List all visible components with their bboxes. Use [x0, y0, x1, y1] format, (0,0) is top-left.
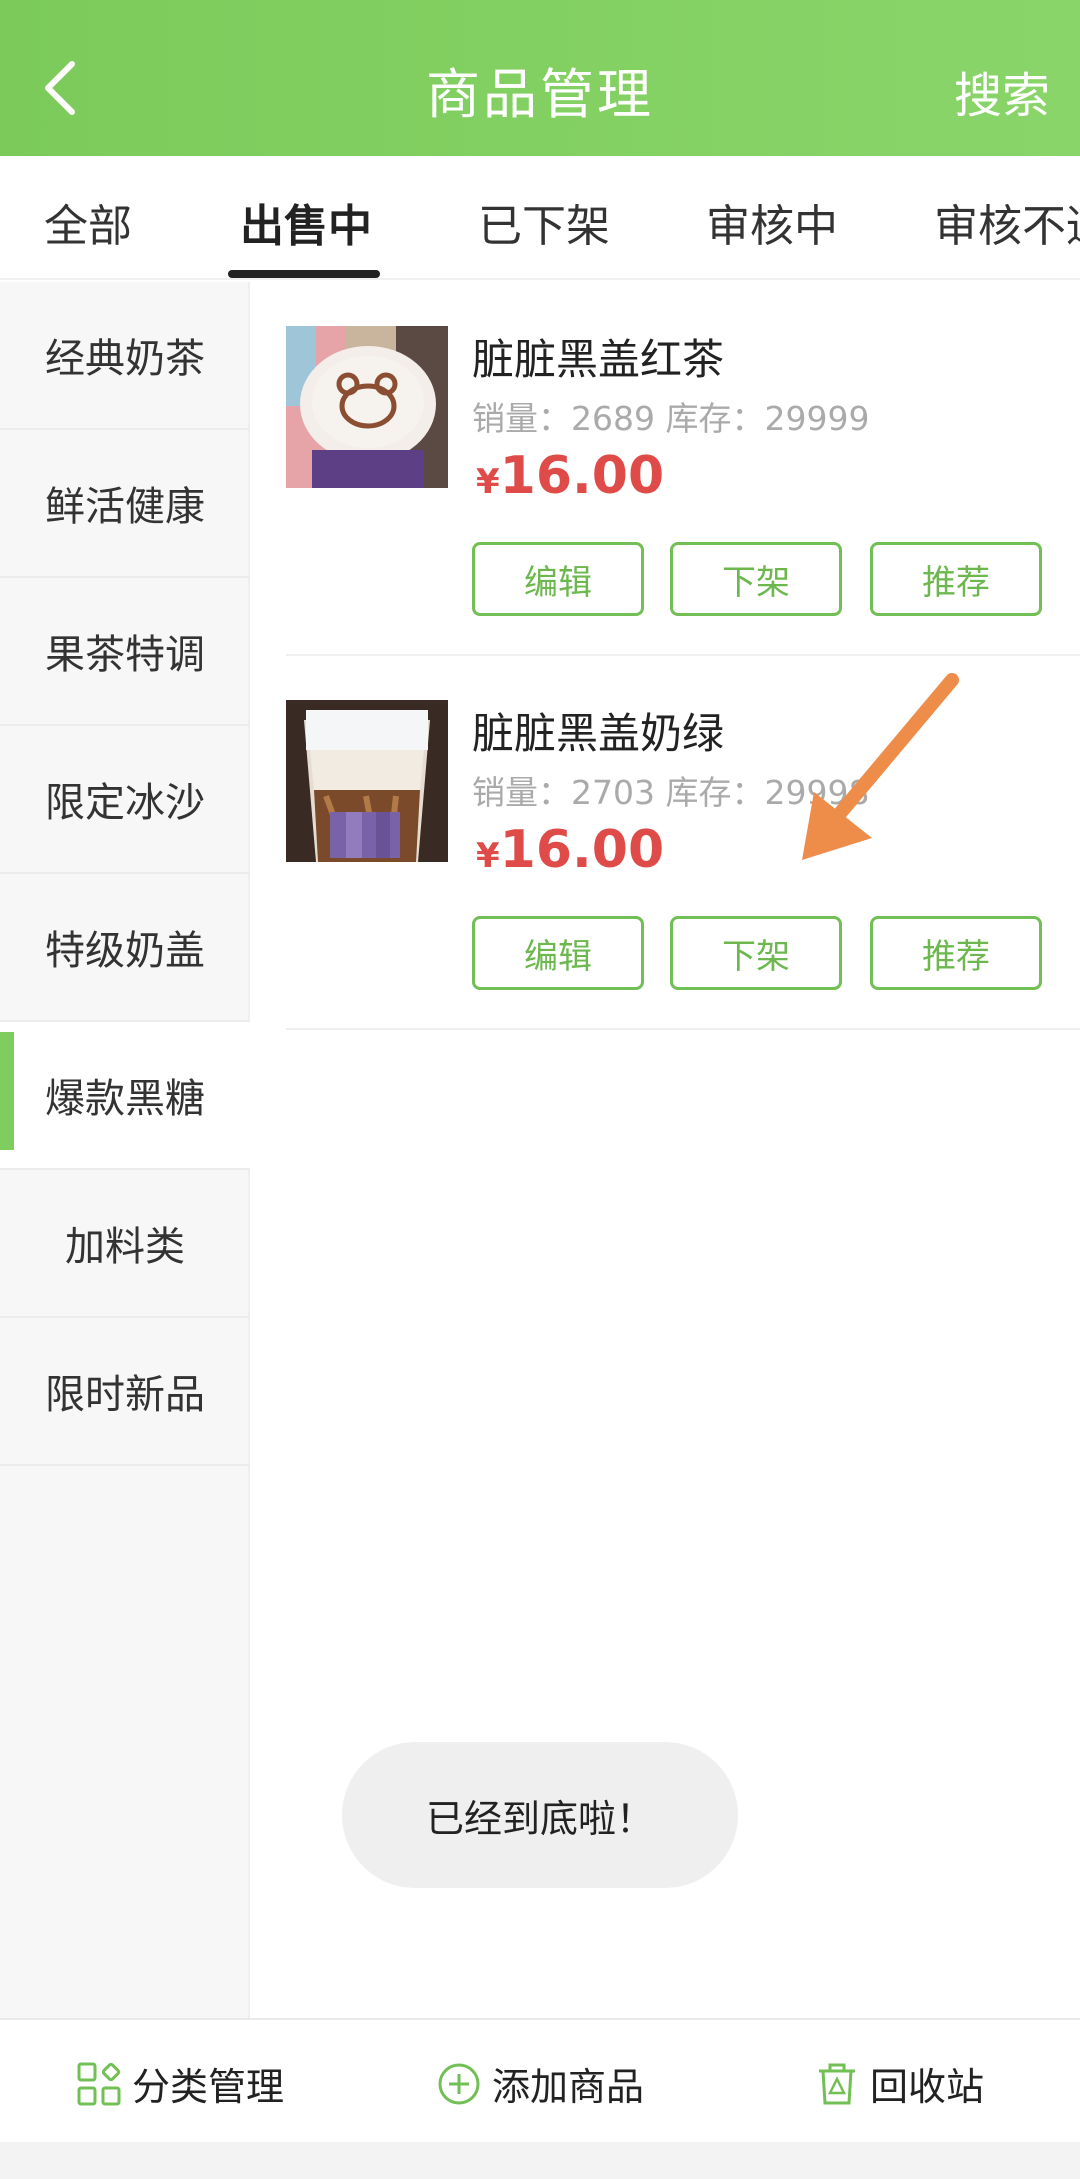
- recommend-button[interactable]: 推荐: [870, 542, 1042, 616]
- annotation-arrow-icon: [802, 673, 959, 860]
- product-name: 脏脏黑盖红茶: [472, 335, 725, 384]
- add-product-button[interactable]: 添加商品: [436, 2056, 644, 2111]
- product-image: [286, 326, 448, 488]
- currency-symbol: ¥: [476, 836, 500, 876]
- tab-reviewing[interactable]: 审核中: [706, 190, 838, 254]
- tab-review-failed[interactable]: 审核不通过: [934, 190, 1080, 254]
- price-amount: 16.00: [499, 820, 665, 880]
- plus-circle-icon: [438, 2063, 480, 2104]
- tab-all[interactable]: 全部: [44, 190, 132, 254]
- category-item-active[interactable]: 爆款黑糖: [0, 1022, 250, 1170]
- recycle-bin-label: 回收站: [870, 2065, 985, 2109]
- category-item[interactable]: 果茶特调: [0, 578, 250, 726]
- grid-icon: [77, 2062, 121, 2105]
- system-nav-strip: [0, 2142, 1080, 2179]
- header-bar: 商品管理 搜索: [0, 0, 1080, 156]
- recycle-bin-button[interactable]: 回收站: [814, 2056, 984, 2111]
- edit-button[interactable]: 编辑: [472, 542, 644, 616]
- product-name: 脏脏黑盖奶绿: [472, 709, 725, 758]
- bottom-action-bar: 分类管理 添加商品 回收站: [0, 2018, 1080, 2142]
- category-item[interactable]: 加料类: [0, 1170, 250, 1318]
- product-image: [286, 700, 448, 862]
- product-price: ¥16.00: [476, 820, 664, 880]
- trash-recycle-icon: [819, 2063, 855, 2104]
- product-price: ¥16.00: [476, 446, 664, 506]
- page-title: 商品管理: [426, 63, 654, 126]
- edit-button[interactable]: 编辑: [472, 916, 644, 990]
- tab-off-shelf[interactable]: 已下架: [478, 190, 610, 254]
- product-card: 脏脏黑盖红茶 销量：2689 库存：29999 ¥16.00 编辑 下架 推荐: [286, 282, 1080, 656]
- category-item[interactable]: 鲜活健康: [0, 430, 250, 578]
- currency-symbol: ¥: [476, 462, 500, 502]
- offshelf-button[interactable]: 下架: [670, 916, 842, 990]
- search-button[interactable]: 搜索: [954, 56, 1050, 126]
- active-tab-indicator: [228, 270, 380, 278]
- offshelf-button[interactable]: 下架: [670, 542, 842, 616]
- category-sidebar: 经典奶茶 鲜活健康 果茶特调 限定冰沙 特级奶盖 爆款黑糖 加料类 限时新品: [0, 282, 250, 2018]
- category-item[interactable]: 限时新品: [0, 1318, 250, 1466]
- category-manage-label: 分类管理: [132, 2065, 285, 2109]
- tab-on-sale[interactable]: 出售中: [240, 190, 372, 254]
- status-tabs: 全部 出售中 已下架 审核中 审核不通过: [0, 156, 1080, 280]
- product-sales-stock: 销量：2689 库存：29999: [472, 399, 870, 438]
- add-product-label: 添加商品: [492, 2065, 645, 2109]
- recommend-button[interactable]: 推荐: [870, 916, 1042, 990]
- category-item[interactable]: 经典奶茶: [0, 282, 250, 430]
- category-item[interactable]: 限定冰沙: [0, 726, 250, 874]
- category-item[interactable]: 特级奶盖: [0, 874, 250, 1022]
- category-manage-button[interactable]: 分类管理: [76, 2056, 284, 2111]
- price-amount: 16.00: [499, 446, 665, 506]
- end-of-list-toast: 已经到底啦！: [342, 1742, 738, 1888]
